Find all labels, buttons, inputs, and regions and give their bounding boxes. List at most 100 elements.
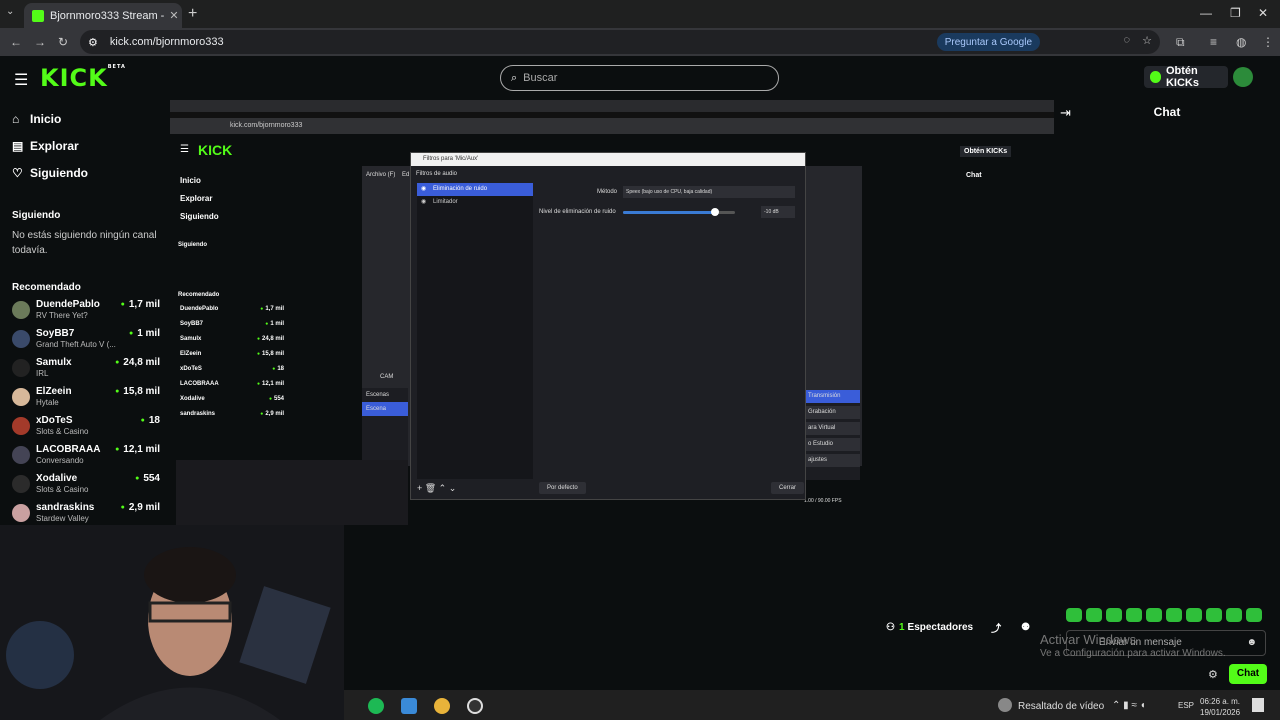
reload-icon[interactable]: ↻ [58, 35, 68, 49]
webcam-overlay [0, 525, 344, 720]
taskbar-clock[interactable]: 06:26 a. m. 19/01/2026 [1200, 696, 1240, 718]
close-window-icon[interactable]: ✕ [1258, 6, 1268, 20]
language-indicator[interactable]: ESP [1178, 701, 1194, 710]
address-bar[interactable]: ⚙ kick.com/bjornmoro333 Preguntar a Goog… [80, 30, 1160, 54]
channel-name: LACOBRAAA [36, 444, 101, 455]
obs-filter-noise-suppression[interactable]: Eliminación de ruido [417, 183, 533, 196]
heart-icon: ♡ [12, 166, 23, 180]
profile-icon[interactable]: ◍ [1236, 35, 1246, 49]
chat-settings-icon[interactable]: ⚙ [1208, 668, 1218, 681]
recommended-channel[interactable]: SoyBB7Grand Theft Auto V (... 1 mil [12, 327, 160, 353]
add-user-icon[interactable]: ⚉ [1021, 622, 1030, 633]
activate-windows-title: Activar Windows [1040, 632, 1137, 647]
nav-home-label: Inicio [30, 112, 62, 126]
emote-icon[interactable] [1066, 608, 1082, 622]
obs-close-button[interactable]: Cerrar [771, 482, 805, 494]
obs-virtual-camera-button[interactable]: ara Virtual [804, 422, 860, 435]
obs-settings-button[interactable]: ajustes [804, 454, 860, 467]
captured-chat-title: Chat [966, 172, 982, 179]
forward-icon[interactable]: → [34, 35, 46, 49]
emoji-icon[interactable]: ☻ [1246, 631, 1257, 655]
user-avatar[interactable] [1233, 67, 1253, 87]
back-icon[interactable]: ← [10, 35, 22, 49]
tab-search-icon[interactable]: ⌄ [6, 6, 14, 17]
obs-filter-limiter[interactable]: Limitador [417, 196, 533, 209]
new-tab-icon[interactable]: + [188, 5, 197, 23]
site-info-icon[interactable]: ⚙ [88, 36, 98, 49]
captured-channel-name: ElZeein [180, 351, 202, 357]
menu-icon[interactable]: ⋮ [1262, 35, 1274, 49]
obs-default-button[interactable]: Por defecto [539, 482, 586, 494]
emote-icon[interactable] [1086, 608, 1102, 622]
notifications-icon[interactable] [1252, 698, 1264, 712]
emote-bar [1066, 608, 1266, 624]
obs-method-select[interactable]: Speex (bajo uso de CPU, baja calidad) [623, 186, 795, 198]
recommended-channel[interactable]: SamulxIRL 24,8 mil [12, 356, 160, 382]
recommended-channel[interactable]: ElZeeinHytale 15,8 mil [12, 385, 160, 411]
obs-method-label: Método [597, 189, 618, 195]
hamburger-menu-icon[interactable]: ☰ [14, 70, 28, 90]
add-filter-icon[interactable]: + 🗑 ⌃ ⌄ [417, 483, 456, 494]
file-app-icon[interactable] [401, 698, 417, 714]
channel-avatar [12, 301, 30, 319]
obs-start-recording-button[interactable]: Grabación [804, 406, 860, 419]
captured-recommended-channel: Xodalive 554 [180, 396, 284, 402]
recommended-channel[interactable]: LACOBRAAAConversando 12,1 mil [12, 443, 160, 469]
obs-studio-mode-button[interactable]: o Estudio [804, 438, 860, 451]
recommended-channel[interactable]: XodaliveSlots & Casino 554 [12, 472, 160, 498]
captured-channel-viewers: 24,8 mil [257, 336, 284, 342]
obs-controls-panel: Transmisión Grabación ara Virtual o Estu… [804, 390, 860, 480]
chat-send-button[interactable]: Chat [1229, 664, 1267, 684]
captured-nav-following: Siguiendo [180, 212, 219, 221]
emote-icon[interactable] [1246, 608, 1262, 622]
captured-channel-viewers: 15,8 mil [257, 351, 284, 357]
captured-channel-name: LACOBRAAA [180, 381, 219, 387]
emote-icon[interactable] [1206, 608, 1222, 622]
nvidia-icon[interactable] [998, 698, 1012, 712]
get-kicks-button[interactable]: Obtén KICKs [1144, 65, 1228, 89]
obs-source-cam: CAM [380, 374, 394, 380]
ask-google-button[interactable]: Preguntar a Google [936, 33, 1040, 51]
reading-list-icon[interactable]: ≡ [1210, 35, 1217, 49]
viewers-number: 1 [898, 622, 905, 633]
channel-avatar [12, 388, 30, 406]
nav-home[interactable]: ⌂ Inicio [12, 112, 61, 126]
spotify-icon[interactable] [368, 698, 384, 714]
minimize-icon[interactable]: — [1200, 6, 1212, 20]
captured-channel-viewers: 1 mil [265, 321, 284, 327]
chrome-icon[interactable] [434, 698, 450, 714]
channel-name: SoyBB7 [36, 328, 75, 339]
tray-highlight-text[interactable]: Resaltado de vídeo [1018, 701, 1104, 712]
kick-logo[interactable]: KICKBETA [40, 64, 126, 92]
search-input[interactable]: ⌕ Buscar [500, 65, 779, 91]
nav-explore[interactable]: ▤ Explorar [12, 139, 79, 153]
obs-icon[interactable] [467, 698, 483, 714]
obs-scene-selected[interactable]: Escena [362, 402, 408, 416]
emote-icon[interactable] [1166, 608, 1182, 622]
browser-tab[interactable]: Bjornmoro333 Stream - W... ✕ [24, 3, 182, 28]
captured-recommended-channel: LACOBRAAA 12,1 mil [180, 381, 284, 387]
bookmark-star-icon[interactable]: ☆ [1142, 34, 1152, 47]
obs-menu-file: Archivo (F) [366, 172, 396, 178]
recommended-channel[interactable]: DuendePabloRV There Yet? 1,7 mil [12, 298, 160, 324]
webcam-image [0, 525, 344, 720]
viewer-count: ⚇ 1 Espectadores ⤴ ⚉ [886, 620, 1030, 635]
obs-level-value[interactable]: -10 dB [761, 206, 795, 218]
emote-icon[interactable] [1186, 608, 1202, 622]
emote-icon[interactable] [1126, 608, 1142, 622]
close-tab-icon[interactable]: ✕ [166, 9, 182, 22]
eye-off-icon[interactable]: ◌ [1123, 34, 1130, 46]
emote-icon[interactable] [1146, 608, 1162, 622]
emote-icon[interactable] [1226, 608, 1242, 622]
nav-following[interactable]: ♡ Siguiendo [12, 166, 88, 180]
recommended-channel[interactable]: sandraskinsStardew Valley 2,9 mil [12, 501, 160, 527]
obs-start-streaming-button[interactable]: Transmisión [804, 390, 860, 403]
restore-icon[interactable]: ❐ [1230, 6, 1241, 20]
recommended-channel[interactable]: xDoTeSSlots & Casino 18 [12, 414, 160, 440]
emote-icon[interactable] [1106, 608, 1122, 622]
browser-toolbar: ← → ↻ ⚙ kick.com/bjornmoro333 Preguntar … [0, 28, 1280, 56]
tray-icons[interactable]: ⌃ ▮ ≈ ◖ [1112, 700, 1146, 711]
extensions-icon[interactable]: ⧉ [1176, 35, 1185, 50]
obs-level-slider-handle[interactable] [710, 208, 719, 216]
share-icon[interactable]: ⤴ [991, 620, 1001, 635]
